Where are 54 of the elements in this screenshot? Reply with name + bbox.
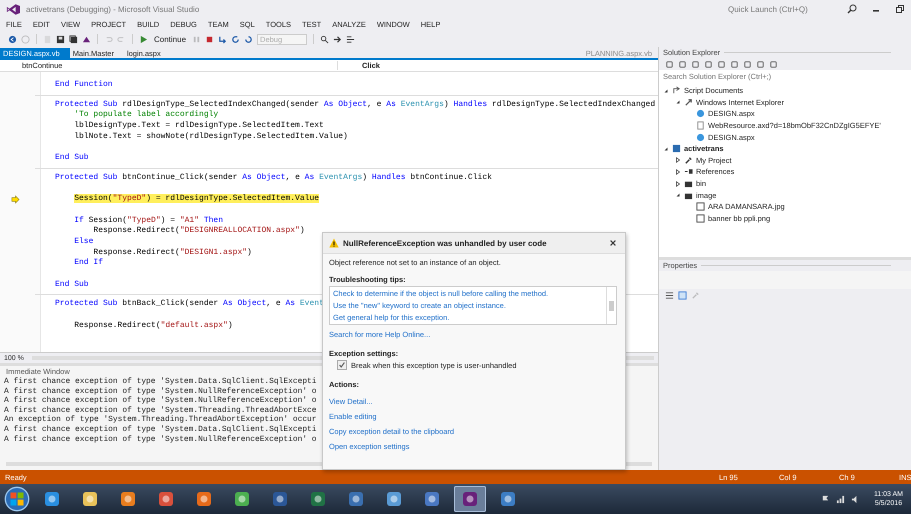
back-icon[interactable] (8, 34, 17, 44)
expand-arrow-icon[interactable] (675, 168, 681, 175)
code-line: Protected Sub rdlDesignType_SelectedIndexChanged(sender As Object, e As EventArgs) Handles rdlDesignType.SelectedIndexChanged (55, 100, 656, 109)
code-line: 'To populate label accordingly (73, 110, 218, 120)
code-line: lblDesignType.Text = rdlDesignType.SelectedItem.Text (73, 121, 324, 130)
expand-arrow-icon[interactable] (675, 157, 681, 164)
tree-item-icon (672, 86, 681, 96)
taskbar-app-icon[interactable] (454, 486, 486, 512)
save-icon[interactable] (56, 34, 65, 44)
checkbox[interactable] (337, 360, 347, 370)
close-icon[interactable] (609, 239, 617, 247)
warning-icon (329, 238, 339, 248)
tree-item-icon (672, 144, 681, 154)
expand-arrow-icon[interactable] (675, 192, 681, 198)
code-line: Protected Sub btnContinue_Click(sender As Object, e As EventArgs) Handles btnContinue.Click (55, 172, 492, 182)
code-line: Protected Sub btnBack_Click(sender As Object, e As Event (55, 299, 324, 308)
code-line: Response.Redirect("DESIGNREALLOCATION.aspx") (93, 226, 305, 236)
code-line: End Sub (55, 153, 89, 162)
code-line: End Function (55, 80, 113, 89)
play-icon[interactable] (139, 34, 148, 44)
search-icon[interactable] (847, 4, 857, 14)
categorized-icon[interactable] (665, 290, 674, 300)
window-title: activetrans (Debugging) - Microsoft Visual Studio (26, 4, 200, 14)
arrow-right-icon[interactable] (333, 34, 342, 44)
tree-item-icon (684, 98, 693, 107)
code-line: End If (73, 258, 104, 268)
quick-launch-field[interactable]: Quick Launch (Ctrl+Q) (725, 3, 841, 15)
tree-item-icon (684, 156, 693, 165)
exception-title: NullReferenceException was unhandled by user code (343, 238, 547, 248)
expand-arrow-icon[interactable] (663, 146, 669, 152)
restore-icon[interactable] (895, 4, 905, 14)
find-icon[interactable] (320, 34, 330, 44)
code-line: If Session("TypeD") = "A1" Then (73, 216, 224, 225)
visual-studio-logo-icon (6, 4, 20, 14)
tree-item-icon (684, 167, 693, 176)
start-button-icon[interactable] (4, 486, 30, 512)
expand-arrow-icon[interactable] (675, 99, 681, 106)
expand-arrow-icon[interactable] (663, 88, 669, 94)
restart-icon[interactable] (231, 34, 240, 44)
code-line: End Sub (55, 280, 89, 289)
continue-button[interactable]: Continue (152, 34, 188, 44)
tray-flag-icon[interactable] (820, 494, 830, 504)
step-icon[interactable] (218, 34, 228, 44)
code-line: lblNote.Text = showNote(rdlDesignType.SelectedItem.Value) (73, 132, 348, 141)
stop-icon[interactable] (205, 34, 214, 44)
code-line: Response.Redirect("DESIGN1.aspx") (92, 248, 252, 257)
code-line: Else (73, 236, 94, 246)
save-all-icon[interactable] (69, 34, 78, 44)
network-icon[interactable] (836, 494, 845, 504)
alphabetical-icon[interactable] (678, 290, 687, 300)
scrollbar[interactable] (606, 287, 616, 324)
refresh-icon[interactable] (244, 34, 254, 44)
code-line: Response.Redirect("default.aspx") (73, 320, 233, 330)
expand-arrow-icon[interactable] (675, 180, 681, 187)
